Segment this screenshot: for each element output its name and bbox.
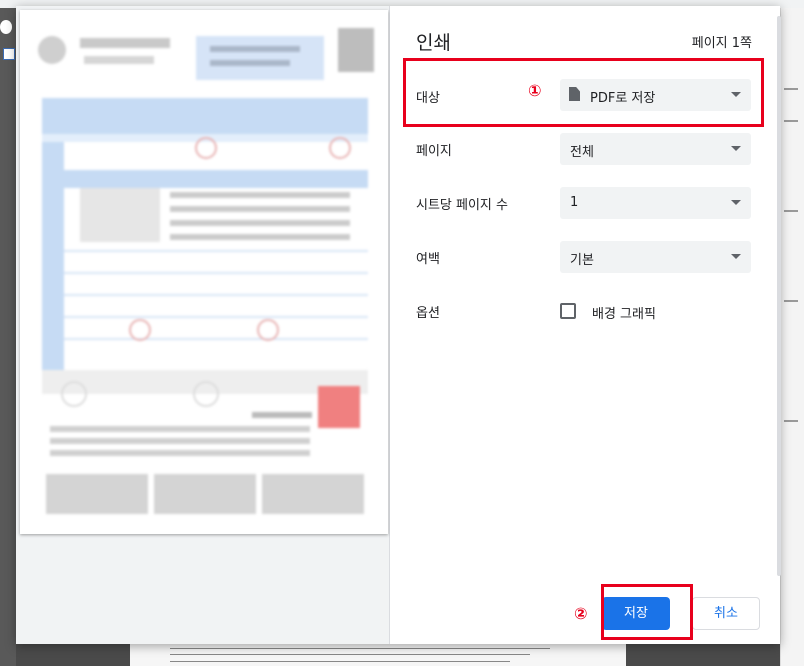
chevron-down-icon xyxy=(731,146,741,151)
annotation-step-2: ② xyxy=(574,604,588,623)
background-line xyxy=(784,420,798,422)
pages-per-sheet-label: 시트당 페이지 수 xyxy=(416,198,508,213)
page-count: 페이지 1쪽 xyxy=(691,36,752,51)
options-label: 옵션 xyxy=(416,306,440,321)
chevron-down-icon xyxy=(731,254,741,259)
print-preview-page xyxy=(20,10,388,534)
annotation-step-1: ① xyxy=(528,81,542,100)
expand-icon xyxy=(3,48,15,60)
dialog-title: 인쇄 xyxy=(416,32,451,54)
background-line xyxy=(784,120,798,122)
background-document-strip xyxy=(130,644,626,666)
cancel-button[interactable]: 취소 xyxy=(692,597,760,630)
margins-label: 여백 xyxy=(416,252,440,267)
blurred-document-preview xyxy=(38,28,374,514)
settings-scrollbar-thumb[interactable] xyxy=(777,16,781,576)
background-graphics-label[interactable]: 배경 그래픽 xyxy=(592,303,656,322)
background-graphics-checkbox[interactable] xyxy=(560,303,576,319)
margins-select[interactable]: 기본 xyxy=(560,241,751,273)
background-page-right xyxy=(780,8,804,666)
annotation-highlight-save xyxy=(601,584,693,640)
pages-per-sheet-select[interactable]: 1 xyxy=(560,187,751,219)
annotation-highlight-destination xyxy=(403,58,764,127)
background-line xyxy=(784,300,798,302)
background-line xyxy=(784,88,798,90)
pages-value: 전체 xyxy=(570,145,594,160)
site-favicon-icon xyxy=(0,20,12,34)
pages-per-sheet-value: 1 xyxy=(570,195,579,210)
background-line xyxy=(784,210,798,212)
print-preview-pane xyxy=(16,6,390,644)
margins-value: 기본 xyxy=(570,253,594,268)
background-page-left xyxy=(0,8,16,666)
pages-select[interactable]: 전체 xyxy=(560,133,751,165)
chevron-down-icon xyxy=(731,200,741,205)
pages-label: 페이지 xyxy=(416,144,452,159)
